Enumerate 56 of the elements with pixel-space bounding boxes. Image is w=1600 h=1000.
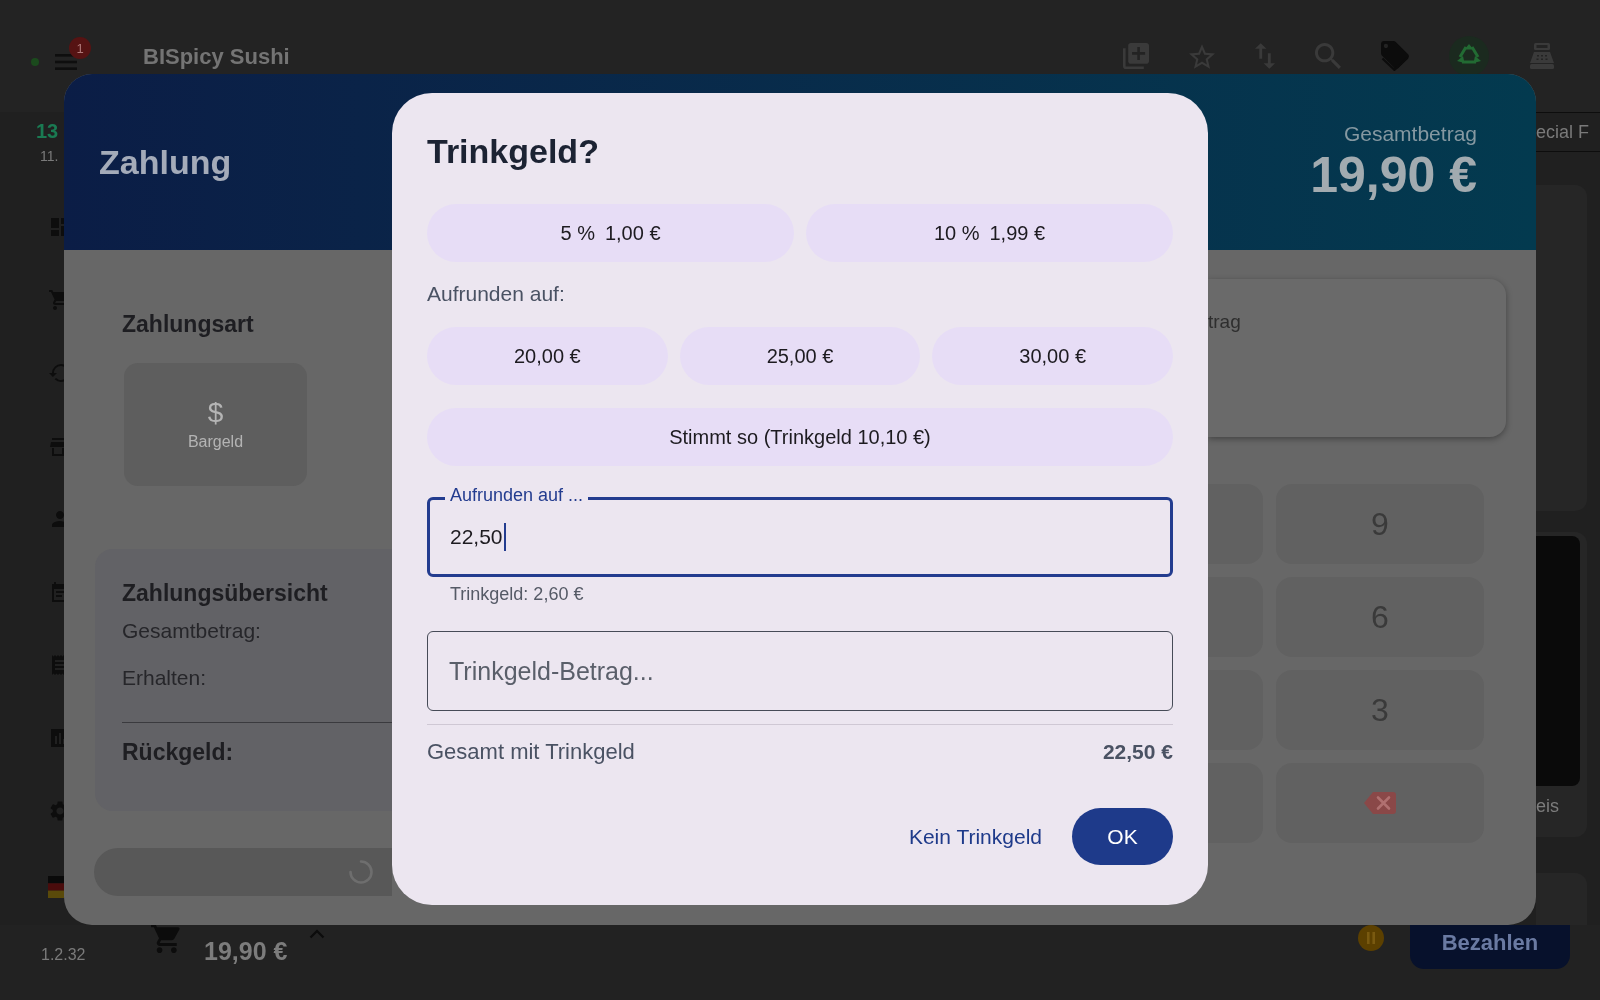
date-text: 11. <box>40 147 60 165</box>
exact-amount-button[interactable]: Stimmt so (Trinkgeld 10,10 €) <box>427 408 1173 466</box>
summary-label: Gesamtbetrag: <box>122 619 262 643</box>
total-label: Gesamt mit Trinkgeld <box>427 739 635 765</box>
round-up-button[interactable]: 25,00 € <box>679 327 921 385</box>
round-up-button[interactable]: 20,00 € <box>427 327 668 385</box>
keypad-key[interactable] <box>1208 577 1263 657</box>
menu-icon[interactable] <box>55 54 77 70</box>
cart-total: 19,90 € <box>204 936 288 966</box>
cart-icon[interactable] <box>151 925 181 954</box>
swap-vertical-icon[interactable] <box>1255 43 1275 69</box>
helper-text: Trinkgeld: 2,60 € <box>450 584 585 604</box>
pause-icon[interactable] <box>1358 925 1384 951</box>
section-heading: Zahlungsübersicht <box>122 580 329 606</box>
category-tab[interactable]: ecial F <box>1536 121 1589 143</box>
notification-count-badge: 1 <box>69 37 91 59</box>
primary-action-button[interactable]: OK <box>1072 808 1173 865</box>
backspace-key[interactable] <box>1276 763 1484 843</box>
cash-register-icon[interactable] <box>1529 42 1555 70</box>
section-label: Aufrunden auf: <box>427 282 566 306</box>
chart-icon[interactable] <box>48 726 64 750</box>
product-card[interactable] <box>1536 873 1587 925</box>
total-amount: 19,90 € <box>1310 147 1477 203</box>
app-title: BISpicy Sushi <box>143 42 290 71</box>
keypad-key[interactable] <box>1208 670 1263 750</box>
secondary-action-button[interactable]: Kein Trinkgeld <box>896 812 1054 861</box>
version-text: 1.2.32 <box>41 946 86 963</box>
product-card[interactable] <box>1536 185 1587 511</box>
total-amount: 22,50 € <box>1102 739 1173 765</box>
keypad-key[interactable] <box>1208 484 1263 564</box>
dialog-title: Zahlung <box>99 142 232 182</box>
recycle-icon[interactable] <box>1449 36 1489 76</box>
dialog-title: Trinkgeld? <box>427 131 600 172</box>
tip-percent-button[interactable]: 10 % 1,99 € <box>806 204 1173 262</box>
total-label: Gesamtbetrag <box>1343 121 1477 147</box>
clock-time: 13 <box>36 119 60 143</box>
change-label: Rückgeld: <box>122 738 235 766</box>
keypad-key[interactable] <box>1208 763 1263 843</box>
pay-button[interactable]: Bezahlen <box>1410 925 1570 969</box>
tip-amount-field[interactable]: Trinkgeld-Betrag... <box>427 631 1173 711</box>
dollar-sign-icon: $ <box>207 397 224 428</box>
round-up-button[interactable]: 30,00 € <box>932 327 1173 385</box>
dashboard-icon[interactable] <box>48 215 64 239</box>
tags-icon[interactable] <box>1381 41 1409 71</box>
amount-label: trag <box>1208 310 1242 334</box>
star-icon[interactable] <box>1189 43 1215 69</box>
tip-percent-button[interactable]: 5 % 1,00 € <box>427 204 794 262</box>
backspace-icon <box>1364 792 1396 814</box>
search-icon[interactable] <box>1315 43 1341 69</box>
section-heading: Zahlungsart <box>122 311 255 337</box>
settings-icon[interactable] <box>48 799 64 823</box>
cart-icon[interactable] <box>48 288 64 312</box>
summary-label: Erhalten: <box>122 666 208 690</box>
product-name: eis <box>1536 795 1560 817</box>
confirm-button[interactable] <box>94 848 392 896</box>
flag-icon[interactable] <box>48 876 64 898</box>
